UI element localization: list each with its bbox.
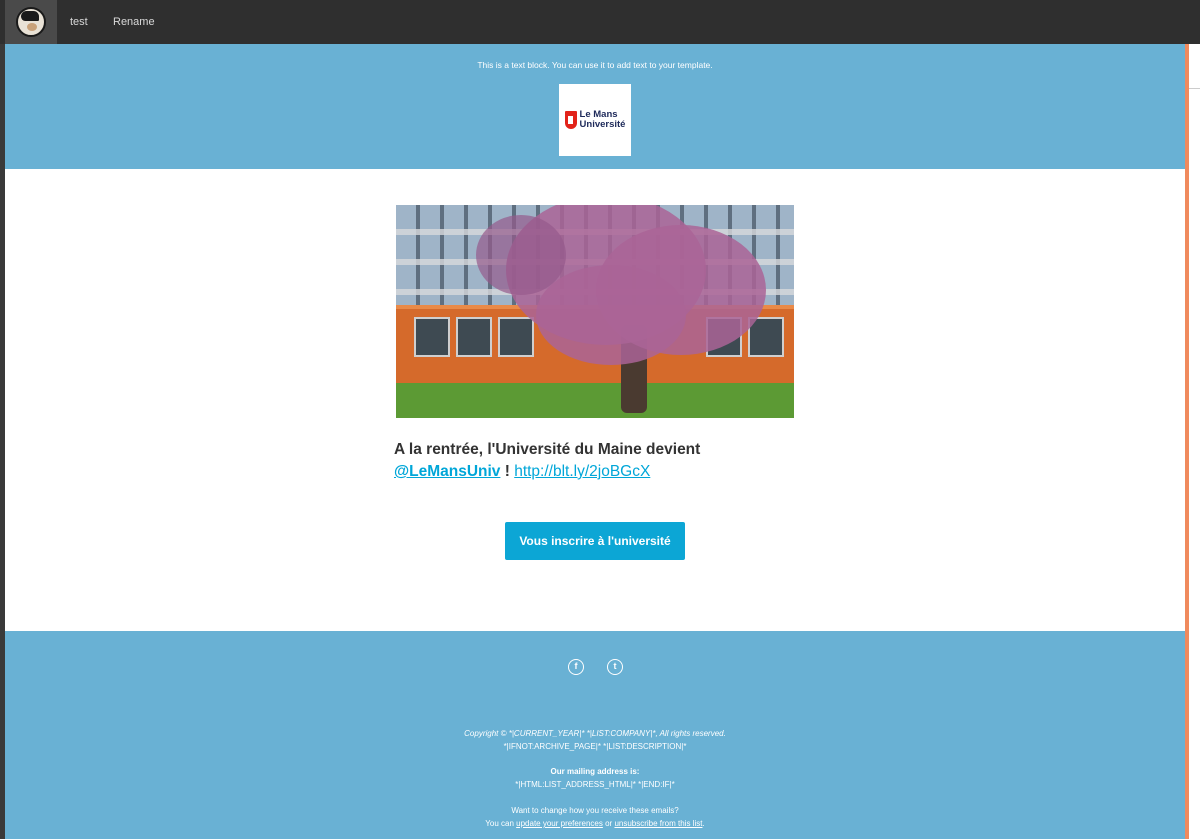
- hero-blossom: [536, 265, 686, 365]
- app-logo-button[interactable]: [5, 0, 57, 44]
- tram-window: [456, 317, 492, 357]
- toolbar-link-test[interactable]: test: [70, 0, 88, 44]
- gutter-rule: [1189, 88, 1200, 89]
- university-wordmark: Le Mans Université: [580, 110, 626, 130]
- top-toolbar: test Rename: [0, 0, 1200, 44]
- short-url-link[interactable]: http://blt.ly/2joBGcX: [514, 463, 650, 480]
- email-body: A la rentrée, l'Université du Maine devi…: [5, 169, 1185, 631]
- twitter-icon[interactable]: t: [607, 659, 623, 675]
- headline-exclamation: !: [500, 463, 515, 480]
- footer-you-can: You can: [485, 819, 517, 828]
- footer-mailing-heading: Our mailing address is:: [550, 767, 640, 776]
- shield-icon: [564, 111, 577, 129]
- toolbar-link-rename[interactable]: Rename: [113, 0, 155, 44]
- tram-window: [414, 317, 450, 357]
- footer-preferences-line: You can update your preferences or unsub…: [5, 819, 1185, 828]
- footer-address-line: *|HTML:LIST_ADDRESS_HTML|* *|END:IF|*: [515, 780, 675, 789]
- hero-blossom: [476, 215, 566, 295]
- mailchimp-logo-icon: [16, 7, 46, 37]
- headline-text: A la rentrée, l'Université du Maine devi…: [394, 441, 701, 458]
- headline: A la rentrée, l'Université du Maine devi…: [394, 439, 814, 483]
- hero-image-tram-tree[interactable]: [396, 205, 794, 418]
- header-text-block[interactable]: This is a text block. You can use it to …: [5, 60, 1185, 70]
- register-button[interactable]: Vous inscrire à l'université: [505, 522, 685, 560]
- footer-copyright: Copyright © *|CURRENT_YEAR|* *|LIST:COMP…: [464, 729, 726, 738]
- tram-window: [498, 317, 534, 357]
- email-header: This is a text block. You can use it to …: [5, 44, 1185, 169]
- hero-grass: [396, 383, 794, 418]
- footer-period: .: [702, 819, 705, 828]
- footer-change-line: Want to change how you receive these ema…: [511, 806, 679, 815]
- email-footer: f t Copyright © *|CURRENT_YEAR|* *|LIST:…: [5, 631, 1185, 839]
- footer-archive-line: *|IFNOT:ARCHIVE_PAGE|* *|LIST:DESCRIPTIO…: [503, 742, 687, 751]
- update-preferences-link[interactable]: update your preferences: [516, 819, 603, 828]
- university-logo-image[interactable]: Le Mans Université: [559, 84, 631, 156]
- brand-line-2: Université: [579, 119, 626, 130]
- accent-divider: [1185, 44, 1189, 839]
- footer-or: or: [602, 819, 615, 828]
- email-preview-canvas: This is a text block. You can use it to …: [5, 44, 1185, 839]
- facebook-icon[interactable]: f: [568, 659, 584, 675]
- twitter-handle-link[interactable]: @LeMansUniv: [394, 463, 500, 480]
- unsubscribe-link[interactable]: unsubscribe from this list: [614, 819, 702, 828]
